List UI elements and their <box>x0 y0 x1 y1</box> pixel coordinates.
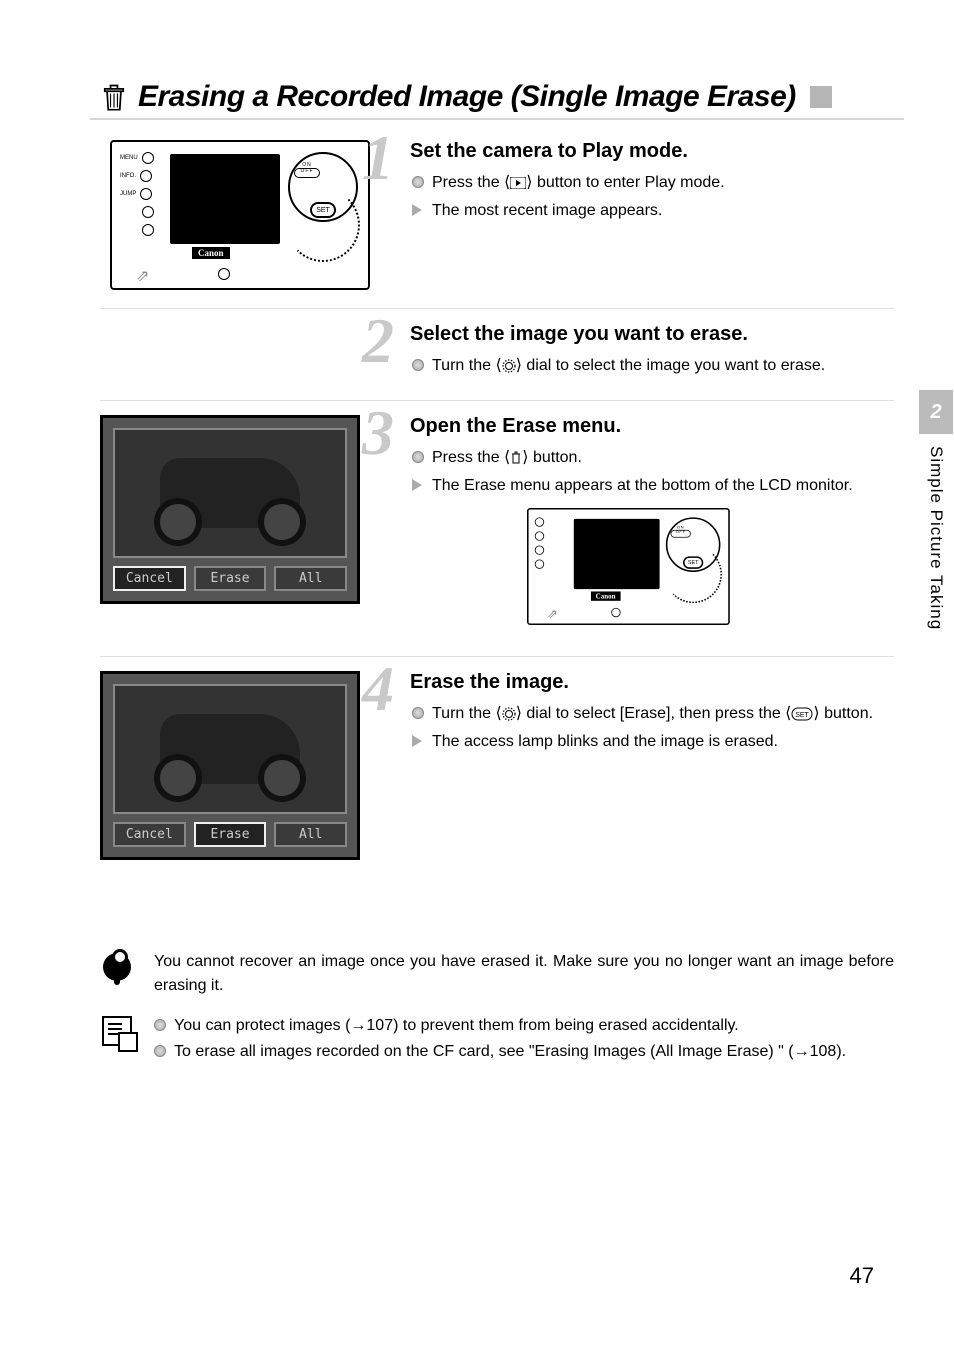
camera-set-button: SET <box>310 202 336 218</box>
instruction-item: Press the ⟨⟩ button to enter Play mode. <box>432 171 894 195</box>
warning-icon <box>103 953 131 981</box>
camera-trash-button <box>611 608 620 617</box>
lcd-option-all: All <box>274 566 347 591</box>
trash-icon <box>510 450 522 466</box>
lcd-option-erase: Erase <box>194 566 267 591</box>
play-icon <box>510 175 526 191</box>
warning-text: You cannot recover an image once you hav… <box>154 950 894 998</box>
step-4: Cancel Erase All 4 Erase the image. Turn… <box>100 671 894 870</box>
pointer-arrow-icon: ⇗ <box>136 266 149 286</box>
step-number: 3 <box>362 401 394 465</box>
step-heading: Set the camera to Play mode. <box>410 140 894 163</box>
camera-label-menu: MENU <box>120 155 138 161</box>
dial-icon <box>502 706 516 722</box>
step-number: 1 <box>362 126 394 190</box>
title-divider <box>90 118 904 120</box>
trash-icon <box>100 82 128 112</box>
result-item: The most recent image appears. <box>432 199 894 223</box>
lcd-option-all: All <box>274 822 347 847</box>
lcd-screenshot-erase-menu: Cancel Erase All <box>100 415 360 604</box>
camera-brand-logo: Canon <box>591 591 620 600</box>
chapter-label: Simple Picture Taking <box>926 442 946 630</box>
step-3: Cancel Erase All 3 Open the Erase menu. … <box>100 415 894 648</box>
camera-label-info: INFO. <box>120 173 136 179</box>
camera-control-dial: SET <box>288 152 358 222</box>
result-item: The Erase menu appears at the bottom of … <box>432 474 894 498</box>
pointer-arrow-icon: ⇗ <box>547 606 557 622</box>
instruction-item: Turn the ⟨⟩ dial to select the image you… <box>432 354 894 378</box>
lcd-option-cancel: Cancel <box>113 566 186 591</box>
svg-text:SET: SET <box>796 712 810 719</box>
set-icon: SET <box>791 706 813 722</box>
camera-control-dial: SET <box>666 517 721 572</box>
tip-item: To erase all images recorded on the CF c… <box>154 1040 894 1064</box>
chapter-side-tab: 2 Simple Picture Taking <box>918 390 954 630</box>
heading-accent-block <box>810 86 832 108</box>
camera-back-diagram-small: Canon SET ⇗ <box>527 508 730 625</box>
chapter-number-chip: 2 <box>919 390 953 434</box>
note-icon <box>102 1016 132 1046</box>
lcd-option-erase: Erase <box>194 822 267 847</box>
camera-set-button: SET <box>683 556 703 568</box>
step-heading: Open the Erase menu. <box>410 415 894 438</box>
lcd-option-cancel: Cancel <box>113 822 186 847</box>
notes-section: You cannot recover an image once you hav… <box>100 950 894 1066</box>
instruction-item: Turn the ⟨⟩ dial to select [Erase], then… <box>432 702 894 726</box>
step-1: MENU INFO. JUMP Canon SET ⇗ 1 <box>100 140 894 300</box>
camera-trash-button <box>218 268 230 280</box>
camera-back-diagram: MENU INFO. JUMP Canon SET ⇗ <box>110 140 370 290</box>
step-heading: Erase the image. <box>410 671 894 694</box>
step-2: 2 Select the image you want to erase. Tu… <box>100 323 894 392</box>
page-title: Erasing a Recorded Image (Single Image E… <box>138 80 796 114</box>
instruction-item: Press the ⟨⟩ button. <box>432 446 894 470</box>
dial-icon <box>502 358 516 374</box>
tip-item: You can protect images (→107) to prevent… <box>154 1014 894 1038</box>
camera-brand-logo: Canon <box>192 247 230 259</box>
step-heading: Select the image you want to erase. <box>410 323 894 346</box>
camera-label-jump: JUMP <box>120 191 136 197</box>
step-number: 4 <box>362 657 394 721</box>
step-number: 2 <box>362 309 394 373</box>
lcd-screenshot-erase-selected: Cancel Erase All <box>100 671 360 860</box>
page-number: 47 <box>850 1263 874 1289</box>
result-item: The access lamp blinks and the image is … <box>432 730 894 754</box>
